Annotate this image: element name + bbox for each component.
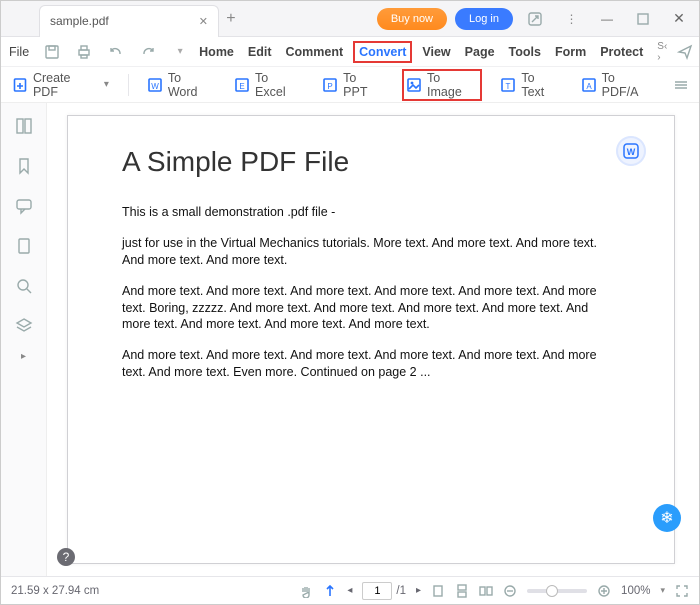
prev-page-icon[interactable]: ◂ (347, 585, 352, 596)
print-icon[interactable] (75, 43, 93, 61)
save-icon[interactable] (43, 43, 61, 61)
view-single-icon[interactable] (431, 584, 445, 598)
document-paragraph: This is a small demonstration .pdf file … (122, 204, 620, 221)
to-ppt-button[interactable]: P To PPT (320, 69, 386, 101)
to-pdfa-button[interactable]: A To PDF/A (579, 69, 657, 101)
titlebar: sample.pdf ✕ + Buy now Log in ⋮ — ✕ (1, 1, 699, 37)
create-pdf-label: Create PDF (33, 71, 99, 99)
left-sidebar: ▸ (1, 103, 47, 576)
login-button[interactable]: Log in (455, 8, 513, 30)
to-word-button[interactable]: W To Word (145, 69, 216, 101)
content-area: ▸ W A Simple PDF File This is a small de… (1, 103, 699, 576)
view-facing-icon[interactable] (479, 584, 493, 598)
window-maximize[interactable] (629, 8, 657, 30)
convert-to-word-shortcut[interactable]: W (616, 136, 646, 166)
svg-text:P: P (328, 82, 333, 91)
tab-comment[interactable]: Comment (282, 41, 348, 63)
comments-icon[interactable] (15, 197, 33, 215)
statusbar: 21.59 x 27.94 cm ◂ /1 ▸ 100% ▾ (1, 576, 699, 604)
more-menu-icon[interactable]: ⋮ (557, 8, 585, 30)
page-number-input[interactable] (362, 582, 392, 600)
sidebar-expand-icon[interactable]: ▸ (21, 351, 26, 362)
select-tool-icon[interactable] (323, 584, 337, 598)
svg-text:W: W (151, 82, 159, 91)
tab-protect[interactable]: Protect (596, 41, 647, 63)
thumbnails-icon[interactable] (15, 117, 33, 135)
to-text-label: To Text (521, 71, 560, 99)
svg-text:T: T (506, 82, 511, 91)
zoom-dropdown-icon[interactable]: ▾ (660, 585, 665, 596)
to-ppt-label: To PPT (343, 71, 384, 99)
snowflake-icon[interactable]: ❄ (653, 504, 681, 532)
redo-icon[interactable] (139, 43, 157, 61)
undo-icon[interactable] (107, 43, 125, 61)
document-paragraph: And more text. And more text. And more t… (122, 347, 620, 381)
new-tab-button[interactable]: + (219, 10, 243, 28)
tab-close-icon[interactable]: ✕ (199, 15, 208, 28)
popup-icon[interactable] (521, 8, 549, 30)
pdf-page: W A Simple PDF File This is a small demo… (67, 115, 675, 564)
tab-title: sample.pdf (50, 14, 109, 28)
layers-icon[interactable] (15, 317, 33, 335)
document-heading: A Simple PDF File (122, 146, 620, 178)
zoom-in-icon[interactable] (597, 584, 611, 598)
zoom-slider-thumb[interactable] (546, 585, 558, 597)
document-paragraph: And more text. And more text. And more t… (122, 283, 620, 334)
ribbon-more-icon[interactable] (673, 78, 691, 92)
search-icon[interactable] (15, 277, 33, 295)
to-pdfa-label: To PDF/A (602, 71, 655, 99)
next-page-icon[interactable]: ▸ (416, 585, 421, 596)
window-close[interactable]: ✕ (665, 8, 693, 30)
to-excel-label: To Excel (255, 71, 302, 99)
tab-edit[interactable]: Edit (244, 41, 276, 63)
file-menu[interactable]: File (9, 45, 29, 59)
to-word-label: To Word (168, 71, 214, 99)
document-tab[interactable]: sample.pdf ✕ (39, 5, 219, 37)
zoom-value: 100% (621, 585, 650, 597)
page-number: /1 (362, 582, 406, 600)
bookmarks-icon[interactable] (15, 157, 33, 175)
to-image-button[interactable]: To Image (402, 69, 482, 101)
zoom-slider[interactable] (527, 589, 587, 593)
send-icon[interactable] (677, 44, 693, 60)
tab-form[interactable]: Form (551, 41, 590, 63)
view-continuous-icon[interactable] (455, 584, 469, 598)
hand-tool-icon[interactable] (299, 584, 313, 598)
document-viewport[interactable]: W A Simple PDF File This is a small demo… (47, 103, 699, 576)
tab-page[interactable]: Page (461, 41, 499, 63)
attachments-icon[interactable] (15, 237, 33, 255)
buy-now-button[interactable]: Buy now (377, 8, 447, 30)
document-paragraph: just for use in the Virtual Mechanics tu… (122, 235, 620, 269)
fullscreen-icon[interactable] (675, 584, 689, 598)
window-minimize[interactable]: — (593, 8, 621, 30)
quick-dropdown-icon[interactable]: ▾ (171, 43, 189, 61)
tab-view[interactable]: View (418, 41, 454, 63)
menubar: File ▾ Home Edit Comment Convert View Pa… (1, 37, 699, 67)
tab-convert[interactable]: Convert (353, 41, 412, 63)
tab-home[interactable]: Home (195, 41, 238, 63)
menu-scroll-right-icon[interactable]: S‹ › (657, 41, 667, 63)
to-text-button[interactable]: T To Text (498, 69, 562, 101)
help-icon[interactable]: ? (57, 548, 75, 566)
svg-text:E: E (239, 82, 244, 91)
svg-text:A: A (586, 82, 592, 91)
zoom-out-icon[interactable] (503, 584, 517, 598)
tab-tools[interactable]: Tools (505, 41, 545, 63)
page-size-label: 21.59 x 27.94 cm (11, 585, 99, 597)
svg-text:W: W (626, 147, 635, 157)
page-total: /1 (396, 585, 406, 597)
ribbon-convert: Create PDF▾ W To Word E To Excel P To PP… (1, 67, 699, 103)
create-pdf-button[interactable]: Create PDF▾ (9, 68, 112, 102)
to-image-label: To Image (427, 71, 478, 99)
to-excel-button[interactable]: E To Excel (232, 69, 304, 101)
menu-tabs: Home Edit Comment Convert View Page Tool… (195, 41, 647, 63)
